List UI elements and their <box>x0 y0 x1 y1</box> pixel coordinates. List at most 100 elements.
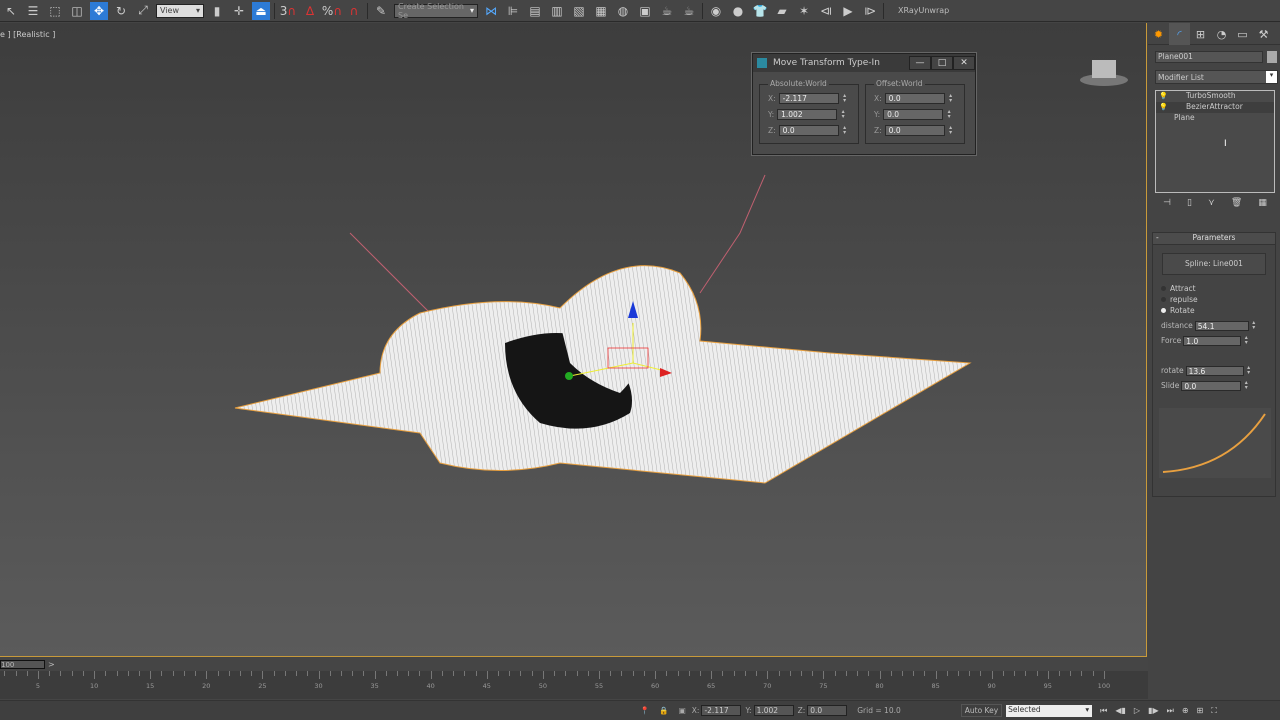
play-icon[interactable]: ▷ <box>1134 706 1140 715</box>
spinner[interactable]: ▴ ▾ <box>842 93 848 104</box>
stack-item-plane[interactable]: Plane <box>1156 113 1274 124</box>
force-field[interactable]: 1.0 <box>1183 335 1242 346</box>
zoom-all-icon[interactable]: ⊞ <box>1197 706 1204 715</box>
snap-toggle-icon[interactable]: 3 ∩ <box>279 2 297 20</box>
status-z-field[interactable]: 0.0 <box>807 705 848 716</box>
make-unique-icon[interactable]: ⋎ <box>1208 198 1215 208</box>
radio-repulse[interactable]: repulse <box>1161 294 1275 305</box>
slide-field[interactable]: 0.0 <box>1181 380 1242 391</box>
rect-select-icon[interactable]: ⬚ <box>46 2 64 20</box>
spinner[interactable]: ▴ ▾ <box>1246 365 1252 376</box>
off-x-field[interactable]: 0.0 <box>884 93 945 104</box>
utilities-tab-icon[interactable]: ⚒ <box>1253 23 1274 45</box>
zoom-extents-icon[interactable]: ⛶ <box>1211 706 1217 716</box>
particle-icon[interactable]: ✶ <box>795 2 813 20</box>
schematic-view-icon[interactable]: ▦ <box>592 2 610 20</box>
mirror-icon[interactable]: ⋈ <box>482 2 500 20</box>
abs-z-field[interactable]: 0.0 <box>778 125 839 136</box>
bulb-icon[interactable]: 💡 <box>1159 92 1168 100</box>
parameters-header[interactable]: - Parameters <box>1153 233 1275 245</box>
render-setup-icon[interactable]: ▣ <box>636 2 654 20</box>
status-y-field[interactable]: 1.002 <box>753 705 794 716</box>
viewcube-icon[interactable] <box>1080 58 1130 88</box>
spinner-snap-icon[interactable]: ∩ <box>345 2 363 20</box>
radio-rotate[interactable]: Rotate <box>1161 305 1275 316</box>
align-icon[interactable]: ⊫ <box>504 2 522 20</box>
spinner[interactable]: ▴ ▾ <box>840 109 846 120</box>
goto-end-icon[interactable]: ⏭ <box>1167 706 1174 716</box>
object-name-field[interactable]: Plane001 <box>1155 51 1263 63</box>
cloth-icon[interactable]: 👕 <box>751 2 769 20</box>
minimize-button[interactable]: — <box>909 56 931 70</box>
pick-spline-button[interactable]: Spline: Line001 <box>1162 253 1266 275</box>
layer-manager-icon[interactable]: ▤ <box>526 2 544 20</box>
pivot-icon[interactable]: ▮ <box>208 2 226 20</box>
scene-explorer-icon[interactable]: ▥ <box>548 2 566 20</box>
transform-center-icon[interactable]: ✛ <box>230 2 248 20</box>
stack-item-bezierattractor[interactable]: 💡 BezierAttractor <box>1156 102 1274 113</box>
abs-x-field[interactable]: -2.117 <box>778 93 839 104</box>
reference-coord-select[interactable]: View ▾ <box>156 3 204 18</box>
render-icon[interactable]: ☕ <box>680 2 698 20</box>
show-end-result-icon[interactable]: ▯ <box>1187 198 1192 208</box>
object-color-swatch[interactable] <box>1267 51 1277 63</box>
scale-icon[interactable]: ⤢ <box>134 2 152 20</box>
pin-icon[interactable]: 📍 <box>640 706 649 715</box>
modify-tab-icon[interactable]: ◜ <box>1169 23 1190 45</box>
modifier-list-dropdown[interactable]: Modifier List ▾ <box>1155 70 1278 84</box>
material-editor-icon[interactable]: ◍ <box>614 2 632 20</box>
sphere-icon[interactable]: ● <box>729 2 747 20</box>
spinner[interactable]: ▴ ▾ <box>1243 380 1249 391</box>
render-frame-icon[interactable]: ☕ <box>658 2 676 20</box>
globe-icon[interactable]: ◉ <box>707 2 725 20</box>
select-icon[interactable]: ↖ <box>2 2 20 20</box>
spinner[interactable]: ▴ ▾ <box>948 93 954 104</box>
absolute-mode-icon[interactable]: ▣ <box>679 706 686 715</box>
prev-key-icon[interactable]: ◀▮ <box>1115 706 1126 715</box>
time-slider[interactable]: 100 <box>0 660 45 669</box>
configure-sets-icon[interactable]: ▦ <box>1258 198 1267 208</box>
create-tab-icon[interactable]: ✹ <box>1148 23 1169 45</box>
goto-start-icon[interactable]: ⏮ <box>1100 706 1107 716</box>
stack-item-turbosmooth[interactable]: 💡 TurboSmooth <box>1156 91 1274 102</box>
eraser-icon[interactable]: ▰ <box>773 2 791 20</box>
spinner[interactable]: ▴ ▾ <box>1243 335 1249 346</box>
off-y-field[interactable]: 0.0 <box>883 109 944 120</box>
abs-y-field[interactable]: 1.002 <box>777 109 838 120</box>
move-icon[interactable]: ✥ <box>90 1 108 20</box>
radio-attract[interactable]: Attract <box>1161 283 1275 294</box>
off-z-field[interactable]: 0.0 <box>884 125 945 136</box>
display-tab-icon[interactable]: ▭ <box>1232 23 1253 45</box>
dialog-titlebar[interactable]: Move Transform Type-In — □ ✕ <box>753 54 975 72</box>
status-x-field[interactable]: -2.117 <box>701 705 742 716</box>
window-crossing-icon[interactable]: ◫ <box>68 2 86 20</box>
pin-stack-icon[interactable]: ⊣ <box>1163 198 1171 208</box>
track-bar[interactable]: 5 10 15 20 25 30 35 40 45 50 55 60 65 70 75 80 85 90 95 100 <box>0 671 1148 699</box>
next-frame-arrow[interactable]: > <box>48 660 55 669</box>
select-by-name-icon[interactable]: ☰ <box>24 2 42 20</box>
remove-modifier-icon[interactable]: 🗑 <box>1231 198 1242 208</box>
next-key-icon[interactable]: ▮▶ <box>1148 706 1159 715</box>
spinner[interactable]: ▴ ▾ <box>842 125 848 136</box>
playback-icon-3[interactable]: ⧐ <box>861 2 879 20</box>
hierarchy-tab-icon[interactable]: ⊞ <box>1190 23 1211 45</box>
spinner[interactable]: ▴ ▾ <box>946 109 952 120</box>
close-button[interactable]: ✕ <box>953 56 975 70</box>
falloff-curve[interactable] <box>1159 408 1271 478</box>
lock-icon[interactable]: 🔒 <box>659 706 668 715</box>
maximize-button[interactable]: □ <box>931 56 953 70</box>
spinner[interactable]: ▴ ▾ <box>1251 320 1257 331</box>
bulb-icon[interactable]: 💡 <box>1159 103 1168 111</box>
playback-icon-1[interactable]: ⧏ <box>817 2 835 20</box>
selection-set-select[interactable]: Create Selection Se ▾ <box>394 2 478 20</box>
rotate-field[interactable]: 13.6 <box>1185 365 1244 376</box>
curve-editor-icon[interactable]: ▧ <box>570 2 588 20</box>
playback-icon-2[interactable]: ▶ <box>839 2 857 20</box>
zoom-icon[interactable]: ⊕ <box>1182 706 1189 715</box>
motion-tab-icon[interactable]: ◔ <box>1211 23 1232 45</box>
percent-snap-icon[interactable]: % ∩ <box>322 2 342 20</box>
xray-unwrap-button[interactable]: XRayUnwrap <box>898 6 949 15</box>
angle-snap-icon[interactable]: ∆ <box>301 2 319 20</box>
spinner[interactable]: ▴ ▾ <box>948 125 954 136</box>
auto-key-button[interactable]: Auto Key <box>960 704 1003 717</box>
